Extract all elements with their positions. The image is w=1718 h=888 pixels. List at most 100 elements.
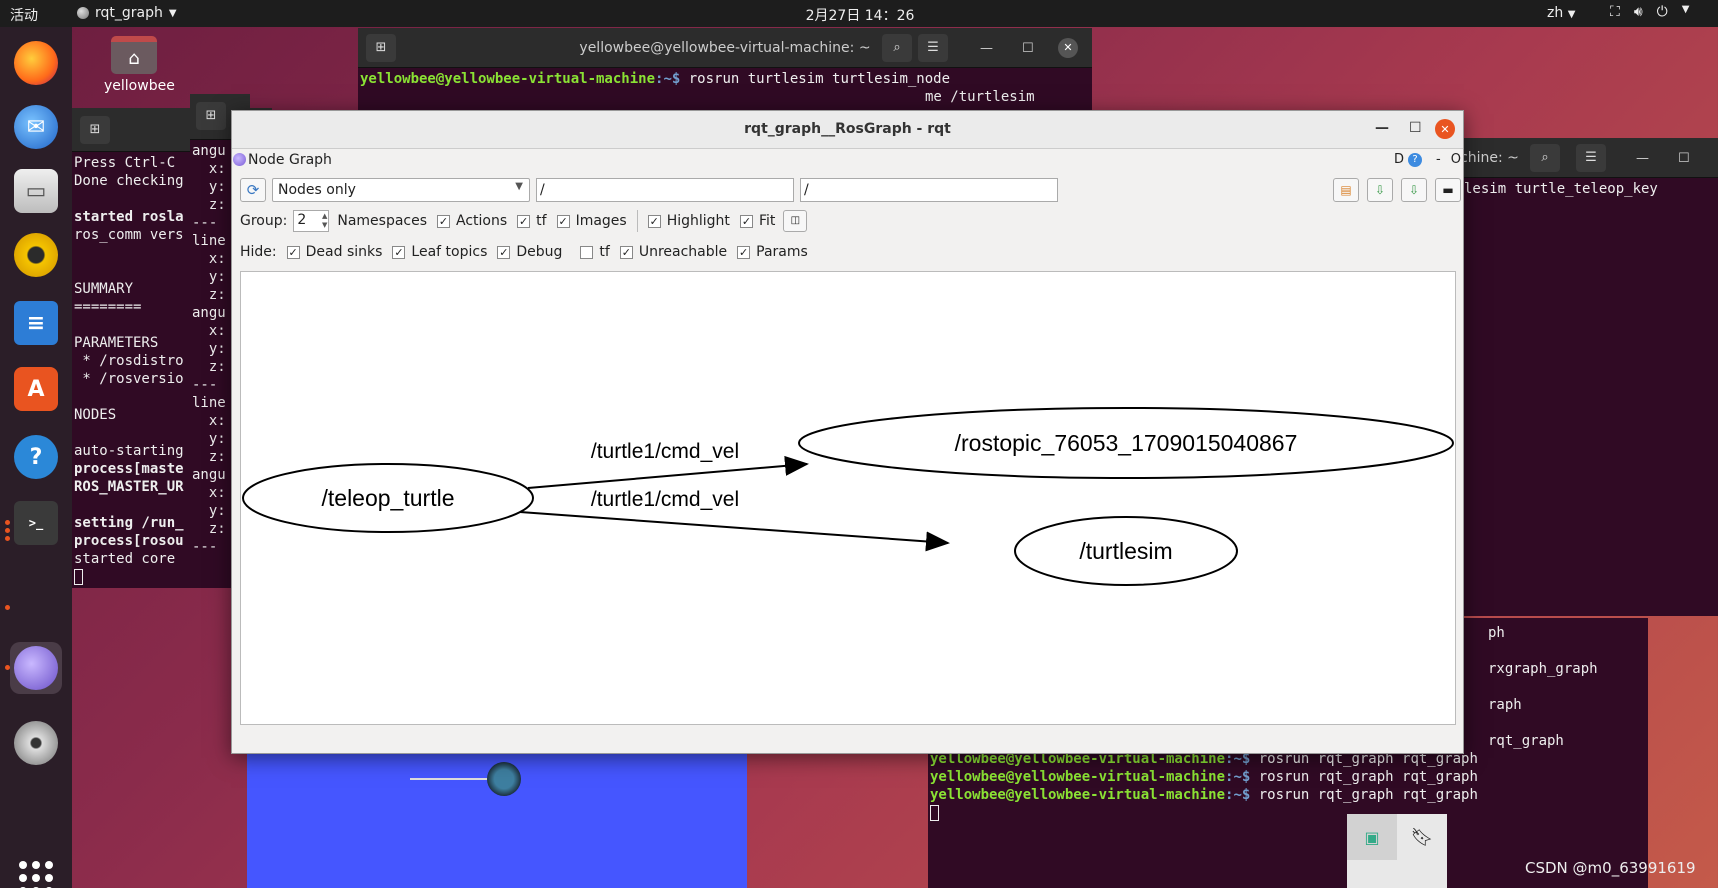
prompt-path: :~$ [655, 71, 689, 87]
hide-tf-label: tf [599, 244, 610, 260]
edge-label: /turtle1/cmd_vel [591, 440, 739, 463]
software-launcher[interactable]: A [10, 363, 62, 415]
rhythmbox-launcher[interactable] [10, 229, 62, 281]
topic-filter-input[interactable]: / [800, 178, 1058, 202]
maximize-icon[interactable]: ☐ [1409, 120, 1422, 136]
save-svg-icon[interactable]: ⇩ [1401, 178, 1427, 202]
rqt-titlebar[interactable]: rqt_graph__RosGraph - rqt — ☐ ✕ [232, 111, 1463, 149]
minimize-icon[interactable]: — [980, 40, 993, 58]
namespaces-label: Namespaces [337, 213, 428, 229]
close-icon[interactable]: ✕ [1435, 119, 1455, 139]
group-label: Group: [240, 213, 288, 229]
close-plugin-button[interactable]: O [1451, 152, 1461, 167]
rqt-window[interactable]: rqt_graph__RosGraph - rqt — ☐ ✕ Node Gra… [231, 110, 1464, 754]
search-icon[interactable]: ⌕ [882, 34, 912, 62]
rqt-launcher[interactable] [10, 642, 62, 694]
params-checkbox[interactable]: ✓ [737, 245, 751, 259]
watermark: CSDN @m0_63991619 [1525, 859, 1696, 877]
images-checkbox[interactable]: ✓ [556, 214, 570, 228]
group-spinbox[interactable]: 2 ▲ ▼ [293, 210, 330, 232]
terminal-launcher[interactable]: >_ [10, 497, 62, 549]
debug-label: Debug [516, 244, 563, 260]
minimize-icon[interactable]: — [1375, 120, 1389, 136]
save-image-icon[interactable]: ▬ [1435, 178, 1461, 202]
edge-label: /turtle1/cmd_vel [591, 488, 739, 511]
bookmark-icon[interactable]: 🔖︎ [1397, 814, 1447, 860]
thunderbird-launcher[interactable]: ✉ [10, 101, 62, 153]
language-menu[interactable]: zh ▼ [1547, 5, 1575, 21]
close-icon[interactable]: ✕ [1058, 38, 1078, 58]
hide-tf-checkbox[interactable] [580, 245, 594, 259]
minimize-icon[interactable]: — [1636, 150, 1649, 168]
graph-node-turtlesim[interactable]: /turtlesim [1014, 516, 1238, 586]
activities-button[interactable]: 活动 [10, 5, 38, 25]
dock-toggle-button[interactable]: D [1394, 152, 1404, 167]
menu-icon[interactable]: ☰ [1576, 144, 1606, 172]
params-label: Params [756, 244, 808, 260]
terminal-window-top[interactable]: ⊞ yellowbee@yellowbee-virtual-machine: ~… [358, 28, 1092, 112]
menu-icon[interactable]: ☰ [918, 34, 948, 62]
files-launcher[interactable]: ▭ [10, 165, 62, 217]
highlight-checkbox[interactable]: ✓ [647, 214, 661, 228]
minimize-plugin-button[interactable]: - [1436, 152, 1441, 167]
graph-edge [527, 455, 809, 489]
home-folder-icon: ⌂ [111, 36, 157, 74]
fit-checkbox[interactable]: ✓ [739, 214, 753, 228]
leaf-topics-checkbox[interactable]: ✓ [392, 245, 406, 259]
actions-label: Actions [456, 213, 508, 229]
help-icon[interactable]: ? [1408, 152, 1423, 167]
new-tab-icon[interactable]: ⊞ [196, 102, 226, 130]
search-icon[interactable]: ⌕ [1530, 144, 1560, 172]
actions-checkbox[interactable]: ✓ [437, 214, 451, 228]
app-icon [77, 7, 89, 19]
node-label: /turtlesim [1079, 538, 1172, 564]
maximize-icon[interactable]: ☐ [1022, 40, 1034, 58]
power-icon: ⏻ [1656, 4, 1668, 20]
load-dot-icon[interactable]: ▤ [1333, 178, 1359, 202]
running-indicator [5, 520, 10, 525]
desktop-home-folder[interactable]: ⌂ yellowbee [104, 36, 175, 94]
dvd-launcher[interactable] [10, 717, 62, 769]
new-tab-icon[interactable]: ⊞ [80, 116, 110, 144]
app-menu[interactable]: rqt_graph ▼ [77, 5, 177, 21]
graph-type-select[interactable]: Nodes only ▼ [272, 178, 530, 202]
save-dot-icon[interactable]: ⇩ [1367, 178, 1393, 202]
show-apps-icon[interactable] [19, 861, 53, 888]
running-indicator [5, 536, 10, 541]
volume-icon: 🔊︎ [1633, 4, 1643, 20]
highlight-label: Highlight [666, 213, 730, 229]
namespace-filter-input[interactable]: / [536, 178, 794, 202]
writer-launcher[interactable]: ≡ [10, 297, 62, 349]
fit-label: Fit [758, 213, 776, 229]
graph-svg: /turtle1/cmd_vel /turtle1/cmd_vel /teleo… [242, 407, 1454, 586]
terminal-prompt-line: yellowbee@yellowbee-virtual-machine:~$ r… [930, 786, 1646, 804]
help-launcher[interactable]: ? [10, 431, 62, 483]
unreachable-checkbox[interactable]: ✓ [619, 245, 633, 259]
refresh-icon[interactable]: ⟳ [240, 178, 266, 202]
tf-label: tf [536, 213, 547, 229]
app-menu-label: rqt_graph [95, 5, 163, 21]
graph-canvas[interactable]: /turtle1/cmd_vel /turtle1/cmd_vel /teleo… [240, 271, 1456, 725]
firefox-icon [14, 41, 58, 85]
graph-node-rostopic[interactable]: /rostopic_76053_1709015040867 [798, 407, 1454, 479]
terminal-titlebar[interactable]: ⊞ yellowbee@yellowbee-virtual-machine: ~… [358, 28, 1092, 68]
maximize-icon[interactable]: ☐ [1678, 150, 1690, 168]
firefox-launcher[interactable] [10, 37, 62, 89]
system-tray[interactable]: ⛶ 🔊︎ ⏻ ▼ [1610, 4, 1689, 20]
unreachable-label: Unreachable [638, 244, 728, 260]
dock: ✉ ▭ ≡ A ? >_ [0, 27, 72, 888]
options-row: Group: 2 ▲ ▼ Namespaces ✓ Actions ✓ tf ✓ Imag… [240, 210, 808, 232]
terminal-command: rosrun rqt_graph rqt_graph [1258, 769, 1478, 785]
group-value: 2 [297, 212, 307, 228]
graph-node-teleop[interactable]: /teleop_turtle [242, 463, 534, 533]
screen-capture-icon[interactable]: ▣ [1347, 814, 1397, 860]
tf-checkbox[interactable]: ✓ [517, 214, 531, 228]
dead-sinks-checkbox[interactable]: ✓ [286, 245, 300, 259]
notification-overlay[interactable]: ▣ 🔖︎ [1347, 814, 1447, 888]
files-icon: ▭ [14, 169, 58, 213]
debug-checkbox[interactable]: ✓ [497, 245, 511, 259]
rhythmbox-icon [14, 233, 58, 277]
turtle-icon [487, 762, 521, 796]
fit-in-view-icon[interactable]: ◫ [783, 210, 808, 232]
clock[interactable]: 2月27日 14：26 [800, 5, 920, 25]
